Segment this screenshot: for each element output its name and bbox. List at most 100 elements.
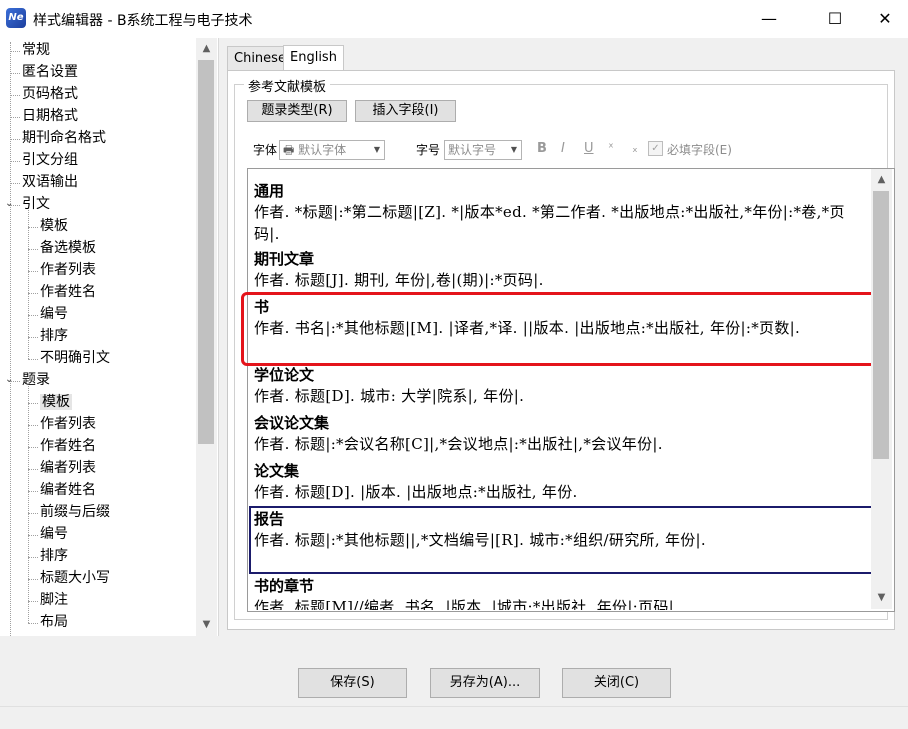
superscript-icon[interactable]: ˣ [608,140,614,158]
tree-item[interactable]: 编号 [40,304,68,324]
font-combo[interactable]: 🖶 默认字体 ▼ [279,140,385,160]
tree-item-label: 标题大小写 [40,570,110,586]
chevron-down-icon: ▼ [373,145,380,154]
window-title: 样式编辑器 - B系统工程与电子技术 [33,13,253,29]
tree-item[interactable]: 引文 [22,194,50,214]
tree-item-label: 备选模板 [40,240,96,256]
tree-item-label: 编号 [40,306,68,322]
underline-icon[interactable]: U [584,140,594,158]
tree-item[interactable]: 前缀与后缀 [40,502,110,522]
close-window-button[interactable]: ✕ [862,0,908,38]
tree-connector [28,601,38,602]
tree-item-label: 编者姓名 [40,482,96,498]
entry-template[interactable]: 作者. 标题|:*会议名称[C]|,*会议地点|:*出版社|,*会议年份|. [254,433,866,455]
tab-english[interactable]: English [283,45,344,73]
save-as-button[interactable]: 另存为(A)... [430,668,540,698]
tree-item[interactable]: 模板 [40,392,72,412]
tree-item-label: 编号 [40,526,68,542]
tree-connector [28,271,38,272]
tree-connector [28,513,38,514]
tree-guide [28,386,29,623]
tree-item[interactable]: 脚注 [40,590,68,610]
tree-item-label: 前缀与后缀 [40,504,110,520]
highlight-box [241,292,879,366]
tree-item[interactable]: 编者姓名 [40,480,96,500]
tree-item[interactable]: 作者列表 [40,414,96,434]
size-label: 字号 [416,143,441,157]
tree-item[interactable]: 作者姓名 [40,436,96,456]
tree-item[interactable]: 排序 [40,326,68,346]
tree-item[interactable]: 页码格式 [22,84,78,104]
tree-connector [28,359,38,360]
subscript-icon[interactable]: ₓ [632,140,638,158]
tree-item[interactable]: 标题大小写 [40,568,110,588]
tree-item[interactable]: 作者列表 [40,260,96,280]
tree-item-label: 编者列表 [40,460,96,476]
insert-field-button[interactable]: 插入字段(I) [355,100,456,122]
tree-item[interactable]: 双语输出 [22,172,78,192]
bold-icon[interactable]: B [537,140,547,158]
close-button[interactable]: 关闭(C) [562,668,671,698]
tree-item-label: 双语输出 [22,174,78,190]
tree-connector [28,425,38,426]
tree-item[interactable]: 编者列表 [40,458,96,478]
tree-item[interactable]: 常规 [22,40,50,60]
scroll-down-icon[interactable]: ▼ [873,589,890,606]
save-button[interactable]: 保存(S) [298,668,407,698]
tree-connector [10,139,20,140]
editor-scroll-thumb[interactable] [873,191,889,459]
maximize-button[interactable]: ☐ [812,0,858,38]
tree-scrollbar[interactable]: ▲ ▼ [196,38,217,636]
size-combo[interactable]: 默认字号 ▼ [444,140,522,160]
tree-item-label: 模板 [40,218,68,234]
tree-item[interactable]: 排序 [40,546,68,566]
entry-template[interactable]: 作者. *标题|:*第二标题|[Z]. *|版本*ed. *第二作者. *出版地… [254,201,866,245]
tree-item[interactable]: 备选模板 [40,238,96,258]
tree-item[interactable]: 编号 [40,524,68,544]
selected-entry-box [249,506,875,574]
entry-template[interactable]: 作者. 标题[D]. 城市: 大学|院系|, 年份|. [254,385,866,407]
tree-item-label: 匿名设置 [22,64,78,80]
tree-item[interactable]: 匿名设置 [22,62,78,82]
tree-connector [10,73,20,74]
tree-connector [28,403,38,404]
entry-title[interactable]: 论文集 [254,460,299,481]
entry-title[interactable]: 书的章节 [254,575,314,596]
required-field-checkbox[interactable]: ✓ [648,141,663,156]
tree-item[interactable]: 作者姓名 [40,282,96,302]
italic-icon[interactable]: I [561,140,565,158]
group-title: 参考文献模板 [244,76,331,95]
entry-template[interactable]: 作者. 标题[J]. 期刊, 年份|,卷|(期)|:*页码|. [254,269,866,291]
settings-tree[interactable]: ▲ ▼ 常规 匿名设置 页码格式 日期格式 期刊命名格式 引文分组 双语输出 ⌄ 引文 模板 备选模… [0,38,219,636]
entry-title[interactable]: 期刊文章 [254,248,314,269]
tree-item[interactable]: 题录 [22,370,50,390]
tree-connector [28,535,38,536]
entry-template[interactable]: 作者. 标题[M]//编者. 书名. |版本. |城市:*出版社, 年份|:页码… [254,596,866,610]
entry-title[interactable]: 会议论文集 [254,412,329,433]
tree-item[interactable]: 不明确引文 [40,348,110,368]
title-bar: Ne 样式编辑器 - B系统工程与电子技术 — ☐ ✕ [0,0,908,38]
tree-item-label: 脚注 [40,592,68,608]
tree-scroll-thumb[interactable] [198,60,214,444]
tree-item[interactable]: 模板 [40,216,68,236]
tree-item[interactable]: 布局 [40,612,68,632]
tree-item-label: 作者列表 [40,262,96,278]
minimize-button[interactable]: — [746,0,792,38]
tree-connector [10,161,20,162]
tree-item[interactable]: 期刊命名格式 [22,128,106,148]
tree-item-label: 引文分组 [22,152,78,168]
tree-item[interactable]: 日期格式 [22,106,78,126]
entry-title[interactable]: 通用 [254,180,284,201]
tree-connector [28,227,38,228]
editor-scrollbar[interactable]: ▲ ▼ [871,169,892,609]
scroll-up-icon[interactable]: ▲ [873,171,890,188]
font-icon: 🖶 [283,143,295,157]
scroll-down-icon[interactable]: ▼ [198,616,215,633]
record-type-button[interactable]: 题录类型(R) [247,100,347,122]
entry-template[interactable]: 作者. 标题[D]. |版本. |出版地点:*出版社, 年份. [254,481,866,503]
entry-title[interactable]: 学位论文 [254,364,314,385]
scroll-up-icon[interactable]: ▲ [198,40,215,57]
tree-item-label: 日期格式 [22,108,78,124]
font-value: 默认字体 [298,143,347,157]
tree-item[interactable]: 引文分组 [22,150,78,170]
